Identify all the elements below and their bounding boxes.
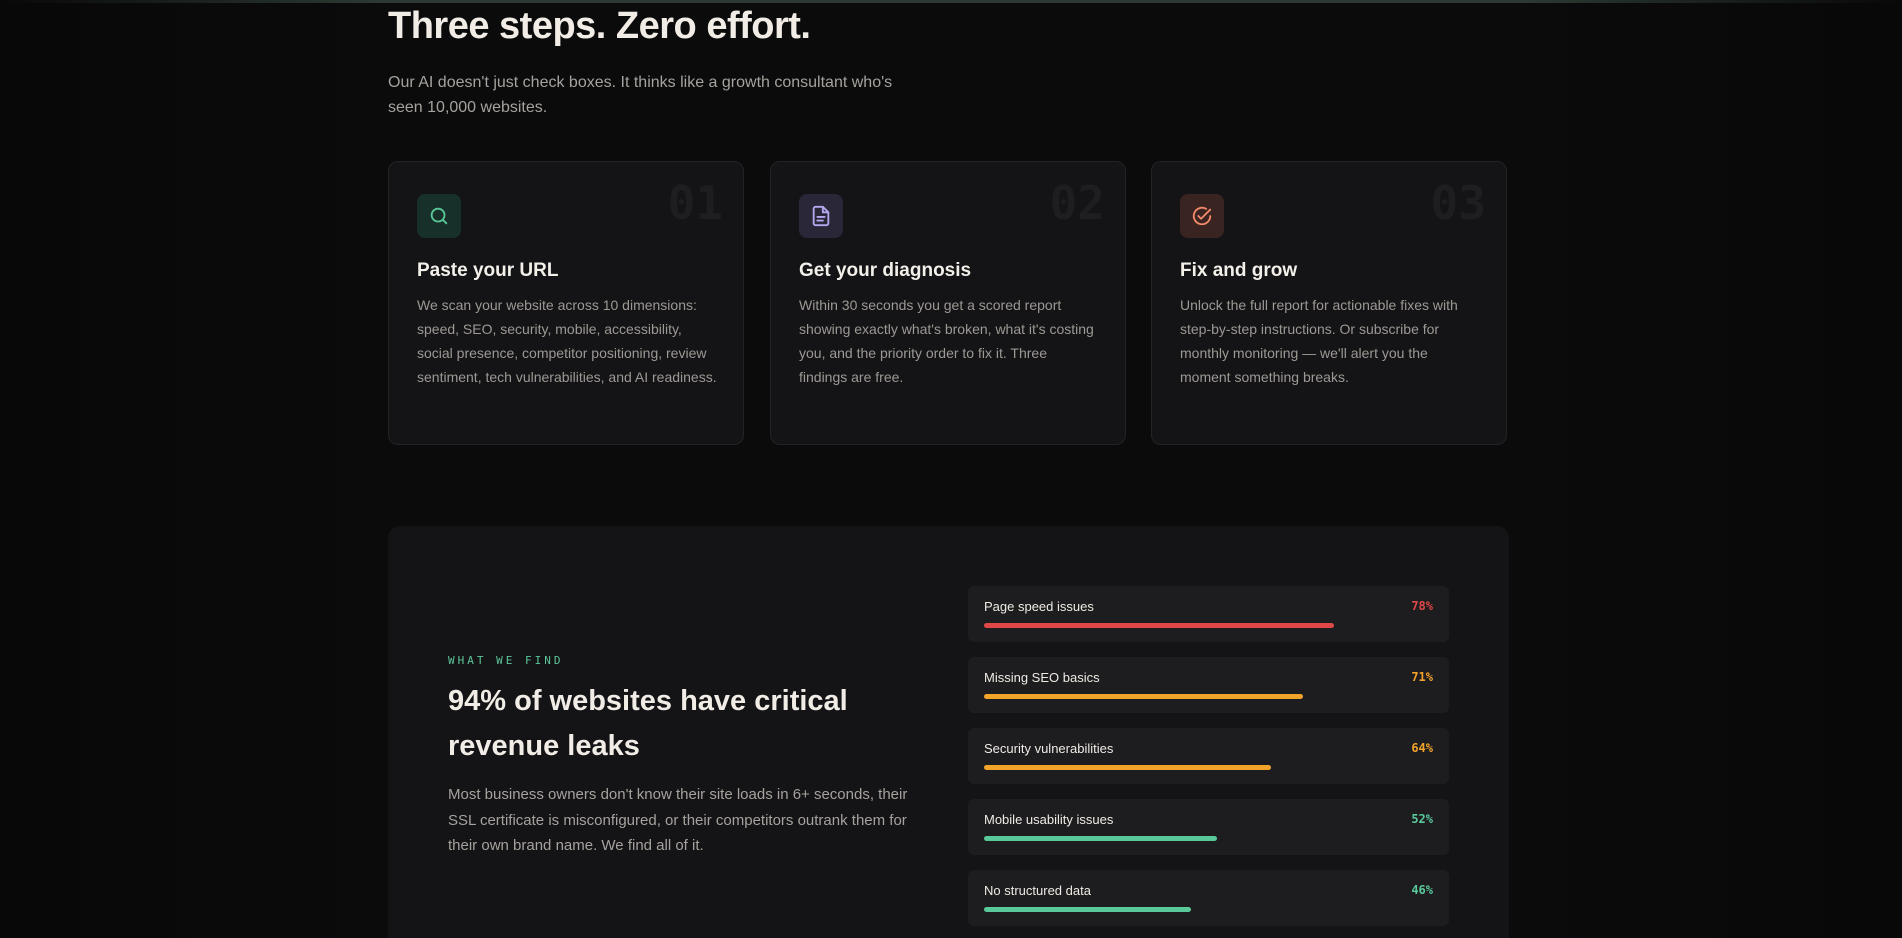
findings-eyebrow: WHAT WE FIND bbox=[448, 654, 564, 667]
metric-percent: 71% bbox=[1411, 670, 1433, 684]
metric-bar bbox=[984, 836, 1433, 841]
metric-label: Mobile usability issues bbox=[984, 812, 1114, 827]
metric-bar bbox=[984, 694, 1433, 699]
step-description: We scan your website across 10 dimension… bbox=[417, 297, 717, 385]
steps-subtitle: Our AI doesn't just check boxes. It thin… bbox=[388, 74, 893, 116]
top-border bbox=[0, 0, 1902, 3]
metric-percent: 64% bbox=[1411, 741, 1433, 755]
step-title: Get your diagnosis bbox=[799, 260, 972, 281]
metric-label: Security vulnerabilities bbox=[984, 741, 1114, 756]
metric-bar bbox=[984, 907, 1433, 912]
metric-label: No structured data bbox=[984, 883, 1091, 898]
metric-list: Page speed issues 78% Missing SEO basics… bbox=[968, 586, 1449, 938]
metric-row: Page speed issues 78% bbox=[968, 586, 1449, 642]
step-description: Within 30 seconds you get a scored repor… bbox=[799, 297, 1094, 385]
step-description: Unlock the full report for actionable fi… bbox=[1180, 297, 1458, 385]
document-icon bbox=[799, 194, 843, 238]
findings-panel: WHAT WE FIND 94% of websites have critic… bbox=[388, 526, 1509, 938]
check-circle-icon bbox=[1180, 194, 1224, 238]
step-card-1: 01 Paste your URL We scan your website a… bbox=[388, 161, 744, 445]
step-number: 03 bbox=[1430, 176, 1486, 230]
metric-bar-fill bbox=[984, 694, 1303, 699]
metric-bar bbox=[984, 623, 1433, 628]
step-title: Fix and grow bbox=[1180, 260, 1298, 281]
metric-row: Mobile usability issues 52% bbox=[968, 799, 1449, 855]
step-number: 01 bbox=[667, 176, 723, 230]
metric-bar-fill bbox=[984, 907, 1191, 912]
metric-row: No structured data 46% bbox=[968, 870, 1449, 926]
step-title: Paste your URL bbox=[417, 260, 559, 281]
metric-bar-fill bbox=[984, 623, 1335, 628]
findings-description: Most business owners don't know their si… bbox=[448, 786, 908, 854]
step-card-3: 03 Fix and grow Unlock the full report f… bbox=[1151, 161, 1507, 445]
findings-heading: 94% of websites have critical revenue le… bbox=[448, 685, 848, 762]
metric-bar-fill bbox=[984, 836, 1218, 841]
metric-percent: 46% bbox=[1411, 883, 1433, 897]
left-vignette bbox=[0, 0, 380, 938]
right-vignette bbox=[1522, 0, 1902, 938]
metric-label: Page speed issues bbox=[984, 599, 1094, 614]
search-icon bbox=[417, 194, 461, 238]
step-card-2: 02 Get your diagnosis Within 30 seconds … bbox=[770, 161, 1126, 445]
step-number: 02 bbox=[1049, 176, 1105, 230]
metric-bar bbox=[984, 765, 1433, 770]
metric-row: Missing SEO basics 71% bbox=[968, 657, 1449, 713]
metric-percent: 52% bbox=[1411, 812, 1433, 826]
metric-label: Missing SEO basics bbox=[984, 670, 1100, 685]
steps-heading: Three steps. Zero effort. bbox=[388, 5, 811, 47]
page: Three steps. Zero effort. Our AI doesn't… bbox=[0, 0, 1902, 938]
metric-row: Security vulnerabilities 64% bbox=[968, 728, 1449, 784]
metric-bar-fill bbox=[984, 765, 1272, 770]
metric-percent: 78% bbox=[1411, 599, 1433, 613]
